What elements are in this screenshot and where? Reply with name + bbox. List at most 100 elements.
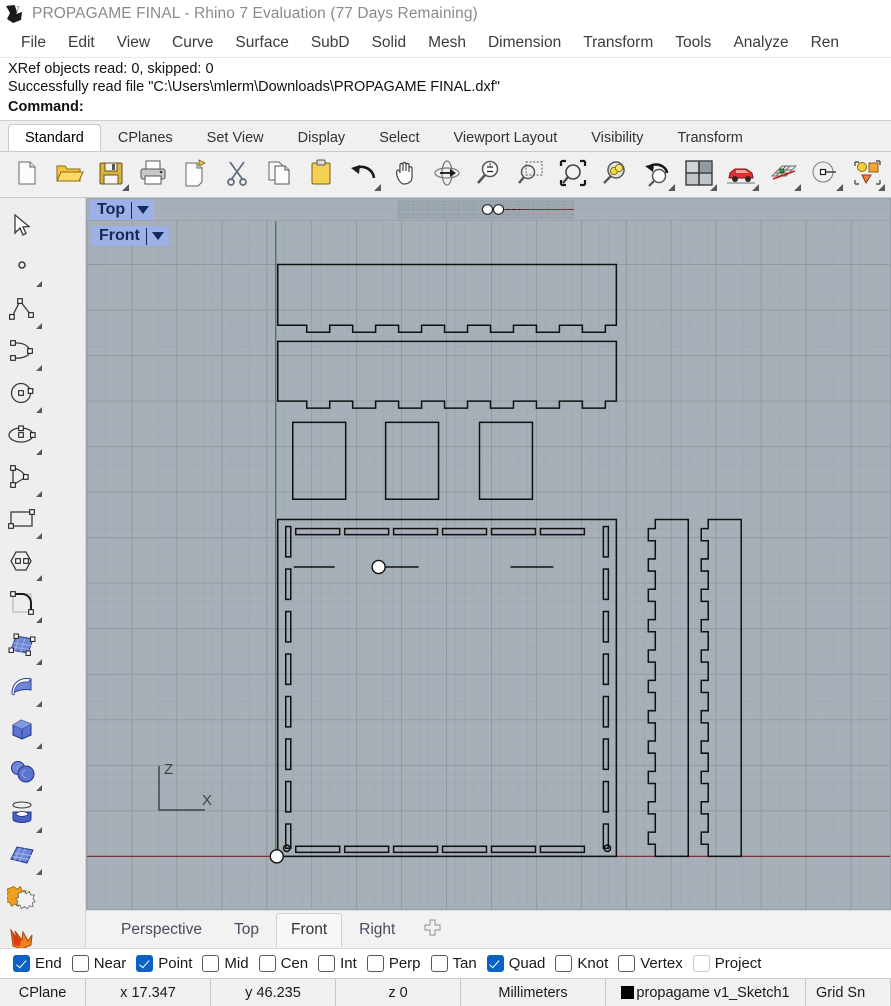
- tab-display[interactable]: Display: [281, 124, 363, 151]
- grid-plane-icon[interactable]: [768, 158, 801, 191]
- viewport-tab-perspective[interactable]: Perspective: [106, 913, 217, 947]
- top-viewport-sliver[interactable]: Top: [86, 198, 891, 220]
- select-arrow-icon[interactable]: [0, 204, 43, 246]
- zoom-window-icon[interactable]: [516, 158, 549, 191]
- menu-item-mesh[interactable]: Mesh: [417, 32, 477, 54]
- viewport-tab-top[interactable]: Top: [219, 913, 274, 947]
- checkbox-tan[interactable]: [430, 955, 448, 972]
- menu-item-edit[interactable]: Edit: [57, 32, 106, 54]
- four-viewport-icon[interactable]: [684, 158, 717, 191]
- polygon-icon[interactable]: [0, 540, 43, 582]
- menu-item-file[interactable]: File: [10, 32, 57, 54]
- menu-item-analyze[interactable]: Analyze: [722, 32, 799, 54]
- menu-item-render[interactable]: Ren: [800, 32, 850, 54]
- curve-interpolate-icon[interactable]: [0, 330, 43, 372]
- cut-scissors-icon[interactable]: [222, 158, 255, 191]
- menu-item-view[interactable]: View: [106, 32, 161, 54]
- front-viewport[interactable]: Front Z X: [86, 220, 891, 910]
- menu-item-curve[interactable]: Curve: [161, 32, 224, 54]
- menu-item-surface[interactable]: Surface: [224, 32, 299, 54]
- checkbox-vertex[interactable]: [618, 955, 636, 972]
- paste-clipboard-icon[interactable]: [306, 158, 339, 191]
- menu-item-solid[interactable]: Solid: [361, 32, 417, 54]
- save-icon[interactable]: [96, 158, 129, 191]
- checkbox-project[interactable]: [692, 955, 710, 972]
- chevron-down-icon[interactable]: [137, 206, 150, 214]
- osnap-mid[interactable]: Mid: [199, 955, 255, 972]
- circle-icon[interactable]: [0, 372, 43, 414]
- curve-fillet-icon[interactable]: [0, 582, 43, 624]
- cylinder-solid-icon[interactable]: [0, 792, 43, 834]
- arc-icon[interactable]: [0, 456, 43, 498]
- checkbox-point[interactable]: [136, 955, 154, 972]
- viewport-label-top[interactable]: Top: [90, 200, 155, 220]
- undo-arrow-icon[interactable]: [348, 158, 381, 191]
- status-grid-snap[interactable]: Grid Sn: [806, 979, 891, 1006]
- checkbox-cen[interactable]: [258, 955, 276, 972]
- command-history-area[interactable]: XRef objects read: 0, skipped: 0 Success…: [0, 58, 891, 121]
- point-icon[interactable]: [0, 246, 43, 288]
- tab-transform[interactable]: Transform: [660, 124, 760, 151]
- tab-standard[interactable]: Standard: [8, 124, 101, 151]
- menu-item-transform[interactable]: Transform: [572, 32, 664, 54]
- named-cplane-icon[interactable]: [810, 158, 843, 191]
- status-cplane[interactable]: CPlane: [0, 979, 86, 1006]
- sphere-solid-icon[interactable]: [0, 750, 43, 792]
- surface-network-icon[interactable]: [0, 834, 43, 876]
- select-objects-icon[interactable]: [852, 158, 885, 191]
- osnap-end[interactable]: End: [10, 955, 69, 972]
- render-car-icon[interactable]: [726, 158, 759, 191]
- pan-hand-icon[interactable]: [390, 158, 423, 191]
- copy-icon[interactable]: [264, 158, 297, 191]
- chevron-down-icon[interactable]: [151, 232, 164, 240]
- polyline-icon[interactable]: [0, 288, 43, 330]
- tab-cplanes[interactable]: CPlanes: [101, 124, 190, 151]
- zoom-extents-icon[interactable]: [558, 158, 591, 191]
- tab-visibility[interactable]: Visibility: [574, 124, 660, 151]
- checkbox-near[interactable]: [71, 955, 89, 972]
- status-layer[interactable]: propagame v1_Sketch1: [606, 979, 806, 1006]
- print-icon[interactable]: [138, 158, 171, 191]
- viewport-label-front[interactable]: Front: [92, 226, 169, 246]
- osnap-vertex[interactable]: Vertex: [615, 955, 690, 972]
- tab-set-view[interactable]: Set View: [190, 124, 281, 151]
- checkbox-perp[interactable]: [366, 955, 384, 972]
- checkbox-end[interactable]: [13, 955, 30, 972]
- osnap-point[interactable]: Point: [133, 955, 199, 972]
- osnap-quad[interactable]: Quad: [484, 955, 553, 972]
- extrude-surface-icon[interactable]: [0, 666, 43, 708]
- command-prompt[interactable]: Command:: [0, 96, 891, 119]
- rotate-view-icon[interactable]: [432, 158, 465, 191]
- checkbox-quad[interactable]: [486, 955, 504, 972]
- export-file-icon[interactable]: [180, 158, 213, 191]
- add-viewport-icon[interactable]: [412, 915, 453, 945]
- viewport-tab-right[interactable]: Right: [344, 913, 410, 947]
- layer-color-swatch[interactable]: [621, 986, 635, 999]
- boolean-union-icon[interactable]: [0, 876, 43, 918]
- status-units[interactable]: Millimeters: [461, 979, 606, 1006]
- ellipse-icon[interactable]: [0, 414, 43, 456]
- menu-item-subd[interactable]: SubD: [300, 32, 361, 54]
- checkbox-int[interactable]: [318, 955, 336, 972]
- open-folder-icon[interactable]: [54, 158, 87, 191]
- osnap-near[interactable]: Near: [69, 955, 134, 972]
- menu-item-tools[interactable]: Tools: [664, 32, 722, 54]
- osnap-tan[interactable]: Tan: [428, 955, 484, 972]
- osnap-project[interactable]: Project: [690, 955, 769, 972]
- zoom-selected-icon[interactable]: [600, 158, 633, 191]
- menu-item-dimension[interactable]: Dimension: [477, 32, 572, 54]
- surface-from-curves-icon[interactable]: [0, 624, 43, 666]
- box-solid-icon[interactable]: [0, 708, 43, 750]
- rectangle-icon[interactable]: [0, 498, 43, 540]
- tab-viewport-layout[interactable]: Viewport Layout: [437, 124, 575, 151]
- checkbox-knot[interactable]: [555, 955, 573, 972]
- zoom-previous-icon[interactable]: [642, 158, 675, 191]
- zoom-in-out-icon[interactable]: [474, 158, 507, 191]
- tab-select[interactable]: Select: [362, 124, 436, 151]
- explode-icon[interactable]: [0, 918, 43, 948]
- new-file-icon[interactable]: [12, 158, 45, 191]
- osnap-knot[interactable]: Knot: [552, 955, 615, 972]
- osnap-int[interactable]: Int: [315, 955, 364, 972]
- osnap-perp[interactable]: Perp: [364, 955, 428, 972]
- viewport-tab-front[interactable]: Front: [275, 912, 343, 947]
